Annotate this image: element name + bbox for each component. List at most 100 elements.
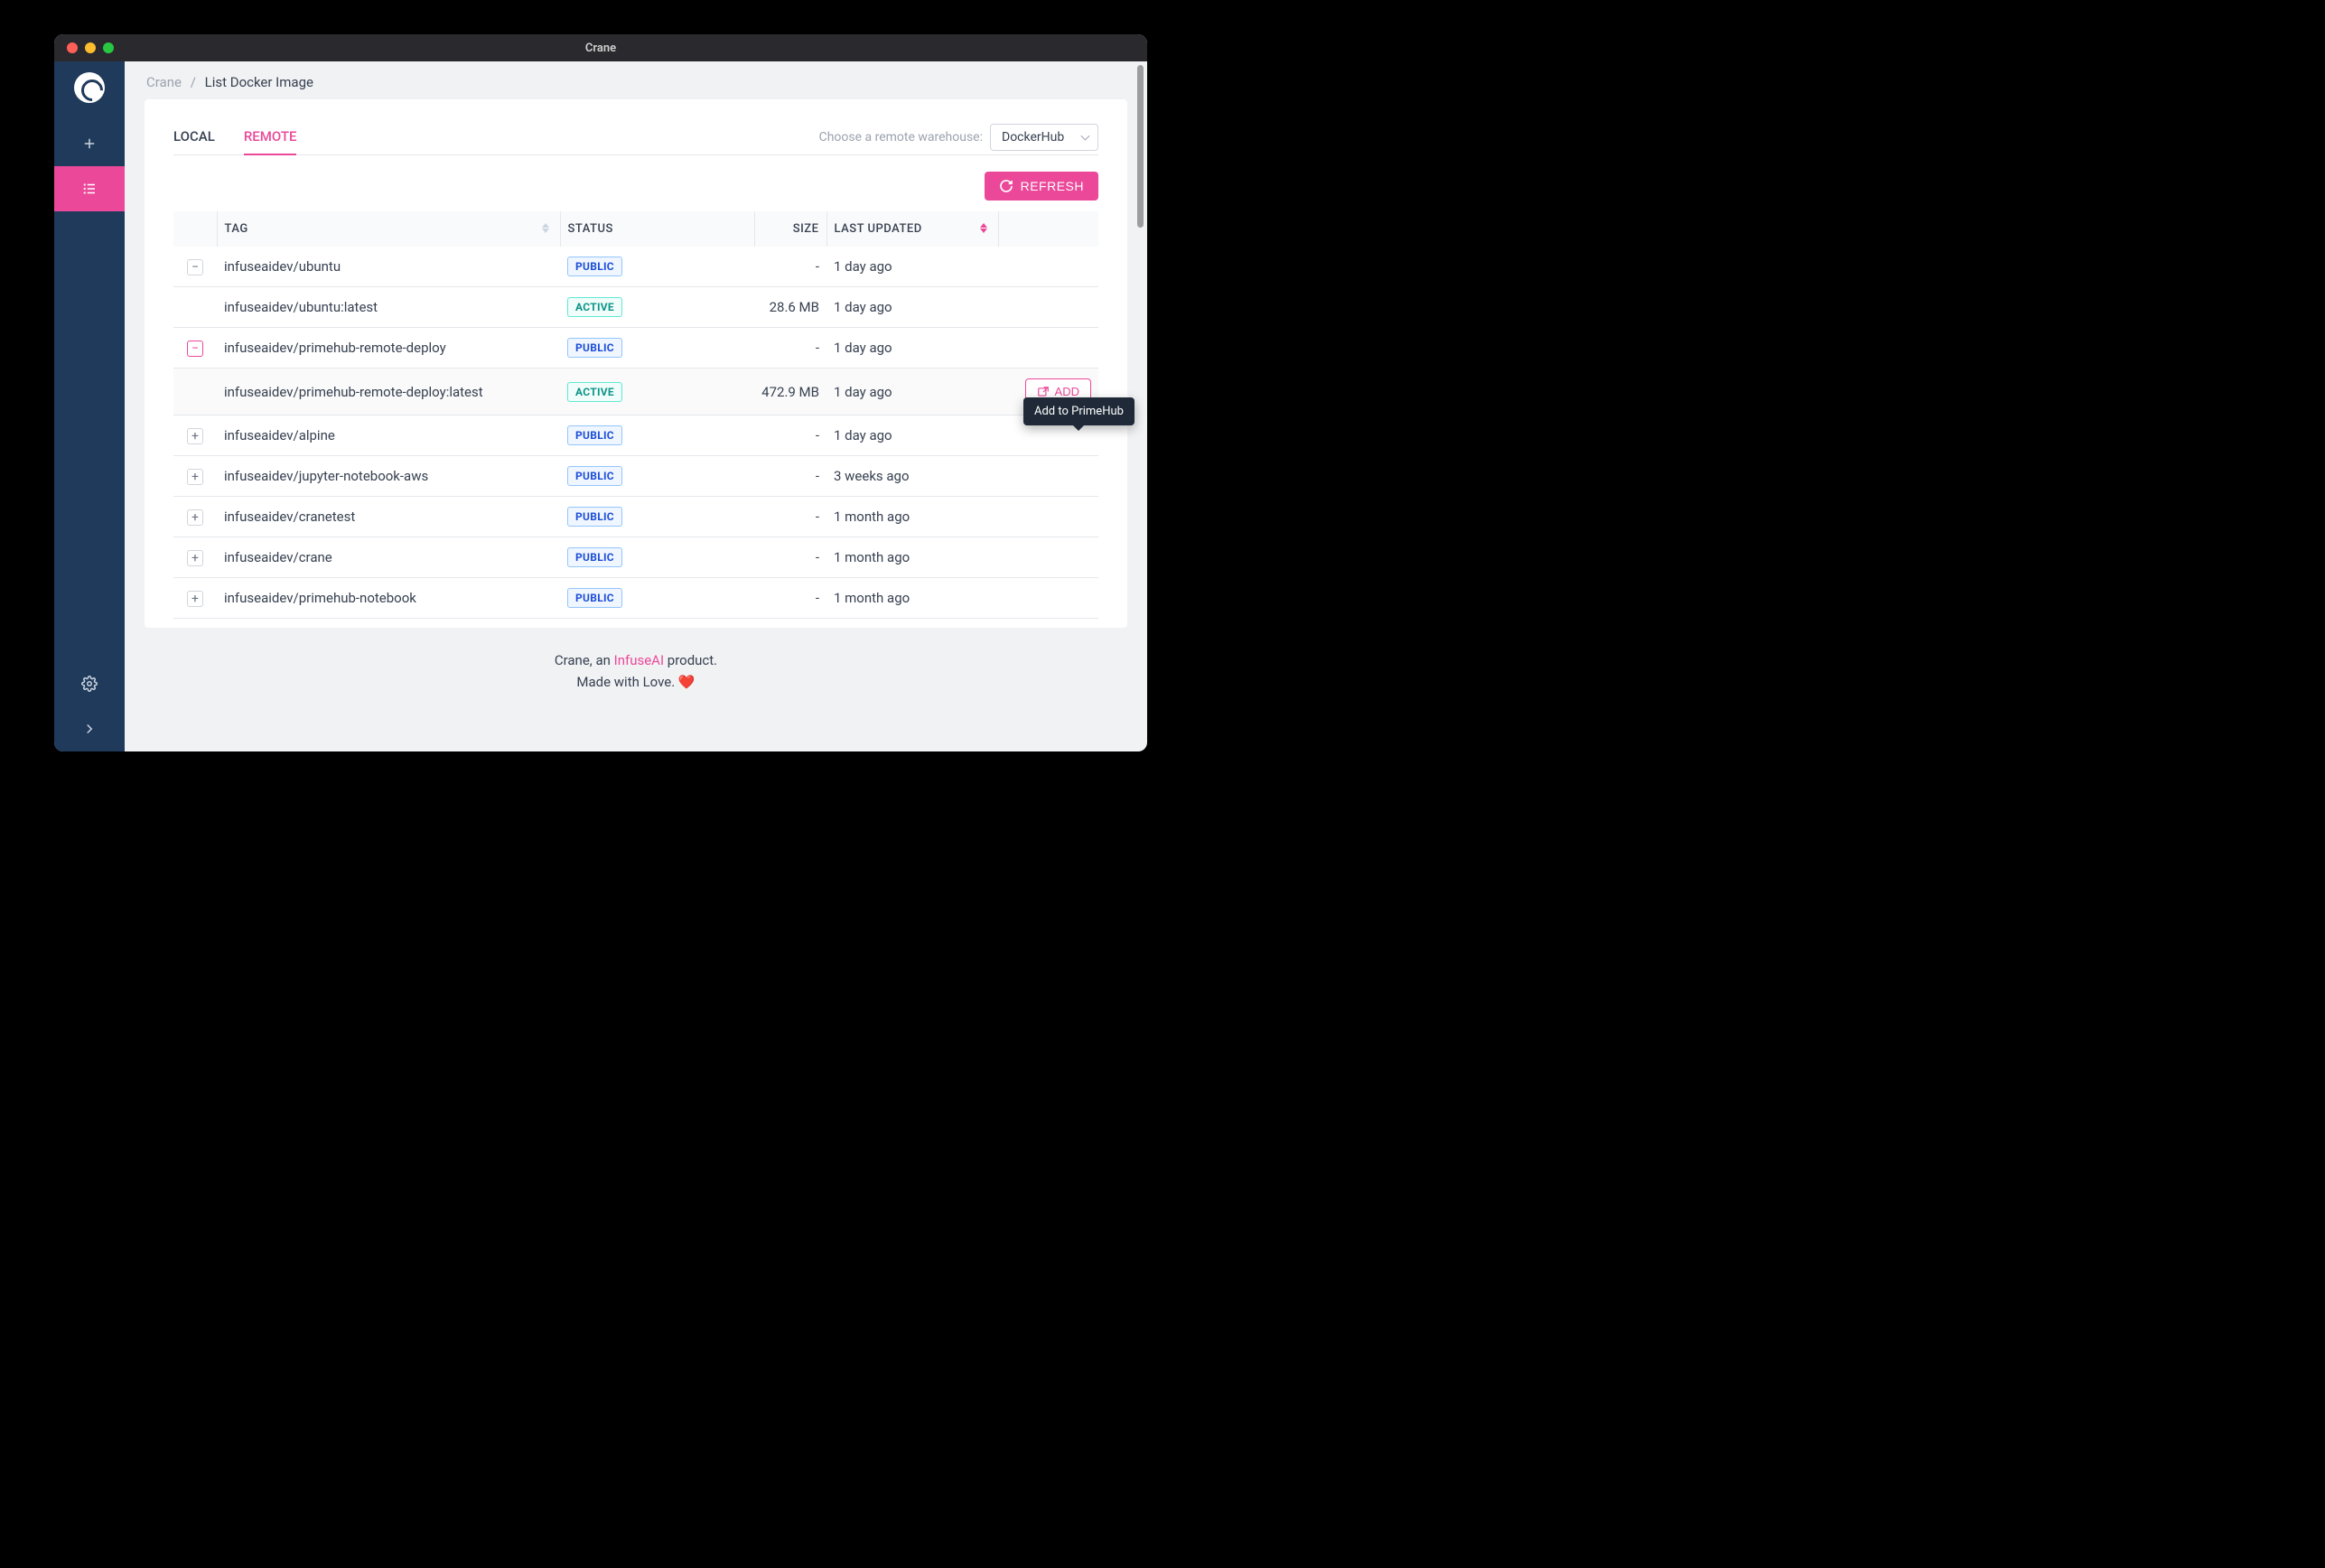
expand-cell: [173, 369, 217, 415]
table-row: infuseaidev/primehub-remote-deploy:lates…: [173, 369, 1098, 415]
actions-cell: [998, 537, 1098, 578]
actions-cell: [998, 497, 1098, 537]
tag-cell: infuseaidev/ubuntu:latest: [217, 287, 560, 328]
actions-cell: [998, 456, 1098, 497]
col-expand: [173, 211, 217, 247]
size-cell: -: [754, 415, 826, 456]
refresh-button[interactable]: REFRESH: [985, 172, 1098, 201]
app-window: Crane Crane / List Do: [54, 34, 1147, 751]
remote-warehouse-select[interactable]: DockerHub: [990, 124, 1098, 151]
expand-cell: −: [173, 328, 217, 369]
tag-cell: infuseaidev/cranetest: [217, 497, 560, 537]
collapse-icon[interactable]: −: [187, 259, 203, 275]
status-badge-active: ACTIVE: [567, 382, 622, 402]
collapse-icon[interactable]: −: [187, 341, 203, 357]
col-updated[interactable]: LAST UPDATED: [826, 211, 998, 247]
updated-cell: 1 day ago: [826, 287, 998, 328]
window-title: Crane: [54, 42, 1147, 55]
status-badge-public: PUBLIC: [567, 547, 622, 567]
footer: Crane, an InfuseAI product. Made with Lo…: [125, 642, 1147, 709]
refresh-label: REFRESH: [1021, 179, 1084, 193]
table-row: −infuseaidev/ubuntuPUBLIC-1 day ago: [173, 247, 1098, 287]
updated-cell: 3 weeks ago: [826, 456, 998, 497]
table-row: infuseaidev/ubuntu:latestACTIVE28.6 MB1 …: [173, 287, 1098, 328]
footer-text-1b: product.: [664, 652, 717, 668]
size-cell: -: [754, 328, 826, 369]
status-badge-active: ACTIVE: [567, 297, 622, 317]
footer-text-1a: Crane, an: [555, 652, 614, 668]
status-cell: PUBLIC: [560, 537, 754, 578]
col-actions: [998, 211, 1098, 247]
status-cell: PUBLIC: [560, 456, 754, 497]
actions-cell: [998, 247, 1098, 287]
tag-cell: infuseaidev/alpine: [217, 415, 560, 456]
col-tag[interactable]: TAG: [217, 211, 560, 247]
content-panel: LOCAL REMOTE Choose a remote warehouse: …: [145, 99, 1127, 628]
updated-cell: 1 day ago: [826, 415, 998, 456]
images-table: TAG STATUS SIZE LAST UPDATED: [173, 211, 1098, 619]
sidebar-item-expand[interactable]: [54, 706, 125, 751]
tab-remote[interactable]: REMOTE: [244, 119, 297, 155]
updated-cell: 1 day ago: [826, 247, 998, 287]
status-badge-public: PUBLIC: [567, 507, 622, 527]
close-window-button[interactable]: [67, 42, 78, 53]
expand-icon[interactable]: +: [187, 591, 203, 607]
table-row: +infuseaidev/cranePUBLIC-1 month ago: [173, 537, 1098, 578]
status-badge-public: PUBLIC: [567, 466, 622, 486]
export-icon: [1037, 386, 1050, 398]
breadcrumb-separator: /: [191, 74, 196, 90]
footer-infuseai-link[interactable]: InfuseAI: [614, 652, 664, 668]
size-cell: 472.9 MB: [754, 369, 826, 415]
table-row: +infuseaidev/primehub-notebookPUBLIC-1 m…: [173, 578, 1098, 619]
refresh-icon: [999, 179, 1013, 193]
status-cell: PUBLIC: [560, 497, 754, 537]
status-cell: PUBLIC: [560, 328, 754, 369]
tag-cell: infuseaidev/primehub-remote-deploy: [217, 328, 560, 369]
status-badge-public: PUBLIC: [567, 338, 622, 358]
status-badge-public: PUBLIC: [567, 425, 622, 445]
tab-local[interactable]: LOCAL: [173, 119, 215, 155]
main-content: Crane / List Docker Image LOCAL REMOTE C…: [125, 61, 1147, 751]
heart-icon: ❤️: [678, 674, 696, 690]
expand-cell: +: [173, 578, 217, 619]
scrollbar[interactable]: [1137, 65, 1144, 228]
tabs: LOCAL REMOTE Choose a remote warehouse: …: [173, 119, 1098, 155]
expand-icon[interactable]: +: [187, 509, 203, 526]
size-cell: -: [754, 497, 826, 537]
tag-cell: infuseaidev/primehub-notebook: [217, 578, 560, 619]
list-icon: [81, 181, 98, 197]
tag-cell: infuseaidev/primehub-remote-deploy:lates…: [217, 369, 560, 415]
breadcrumb-current: List Docker Image: [205, 74, 313, 90]
expand-cell: −: [173, 247, 217, 287]
expand-icon[interactable]: +: [187, 469, 203, 485]
col-status-label: STATUS: [568, 222, 613, 236]
updated-cell: 1 month ago: [826, 497, 998, 537]
window-controls: [54, 42, 114, 53]
expand-icon[interactable]: +: [187, 550, 203, 566]
size-cell: -: [754, 247, 826, 287]
remote-warehouse-label: Choose a remote warehouse:: [819, 130, 983, 145]
col-updated-label: LAST UPDATED: [835, 222, 922, 236]
breadcrumb-root[interactable]: Crane: [146, 74, 182, 90]
toolbar: REFRESH: [173, 155, 1098, 211]
remote-warehouse-value: DockerHub: [1002, 130, 1064, 145]
updated-cell: 1 day ago: [826, 328, 998, 369]
zoom-window-button[interactable]: [103, 42, 114, 53]
size-cell: -: [754, 456, 826, 497]
sidebar-item-add[interactable]: [54, 121, 125, 166]
sort-icon: [542, 222, 549, 233]
size-cell: -: [754, 537, 826, 578]
sidebar-item-list[interactable]: [54, 166, 125, 211]
minimize-window-button[interactable]: [85, 42, 96, 53]
expand-icon[interactable]: +: [187, 428, 203, 444]
breadcrumb: Crane / List Docker Image: [125, 61, 1147, 99]
expand-cell: [173, 287, 217, 328]
sidebar-item-settings[interactable]: [54, 661, 125, 706]
sidebar: [54, 61, 125, 751]
tag-cell: infuseaidev/jupyter-notebook-aws: [217, 456, 560, 497]
status-badge-public: PUBLIC: [567, 588, 622, 608]
expand-cell: +: [173, 456, 217, 497]
col-size: SIZE: [754, 211, 826, 247]
status-cell: ACTIVE: [560, 287, 754, 328]
tooltip-add-primehub: Add to PrimeHub: [1023, 397, 1134, 425]
